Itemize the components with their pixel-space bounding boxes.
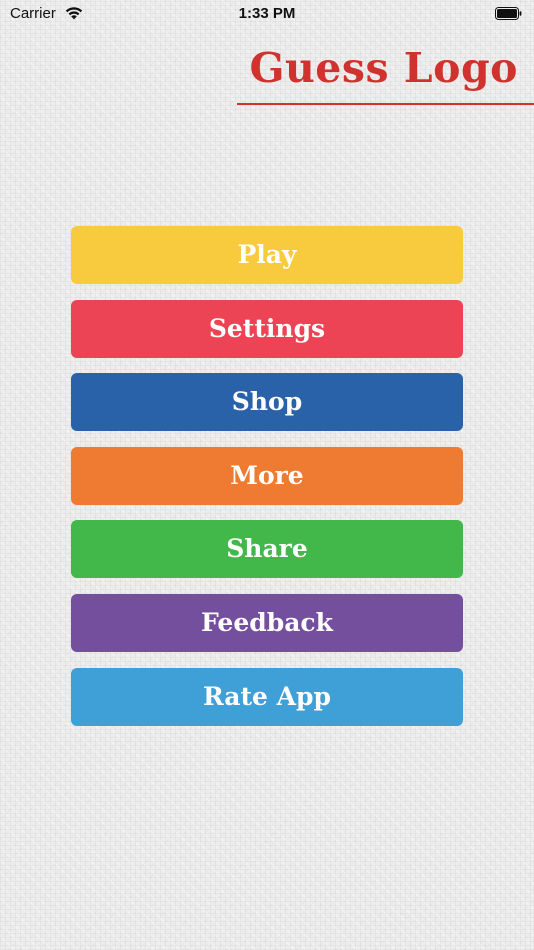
more-button[interactable]: More [71, 446, 463, 505]
status-bar: Carrier 1:33 PM [0, 0, 534, 30]
app-title: Guess Logo [249, 44, 518, 92]
feedback-button[interactable]: Feedback [71, 593, 463, 652]
rate-app-button[interactable]: Rate App [71, 667, 463, 726]
play-button[interactable]: Play [71, 226, 463, 284]
main-menu: Play Settings Shop More Share Feedback R… [71, 226, 463, 741]
shop-button[interactable]: Shop [71, 373, 463, 432]
title-underline [237, 103, 534, 105]
share-button[interactable]: Share [71, 520, 463, 579]
battery-icon [495, 7, 522, 20]
settings-button[interactable]: Settings [71, 299, 463, 358]
status-time: 1:33 PM [238, 5, 296, 22]
